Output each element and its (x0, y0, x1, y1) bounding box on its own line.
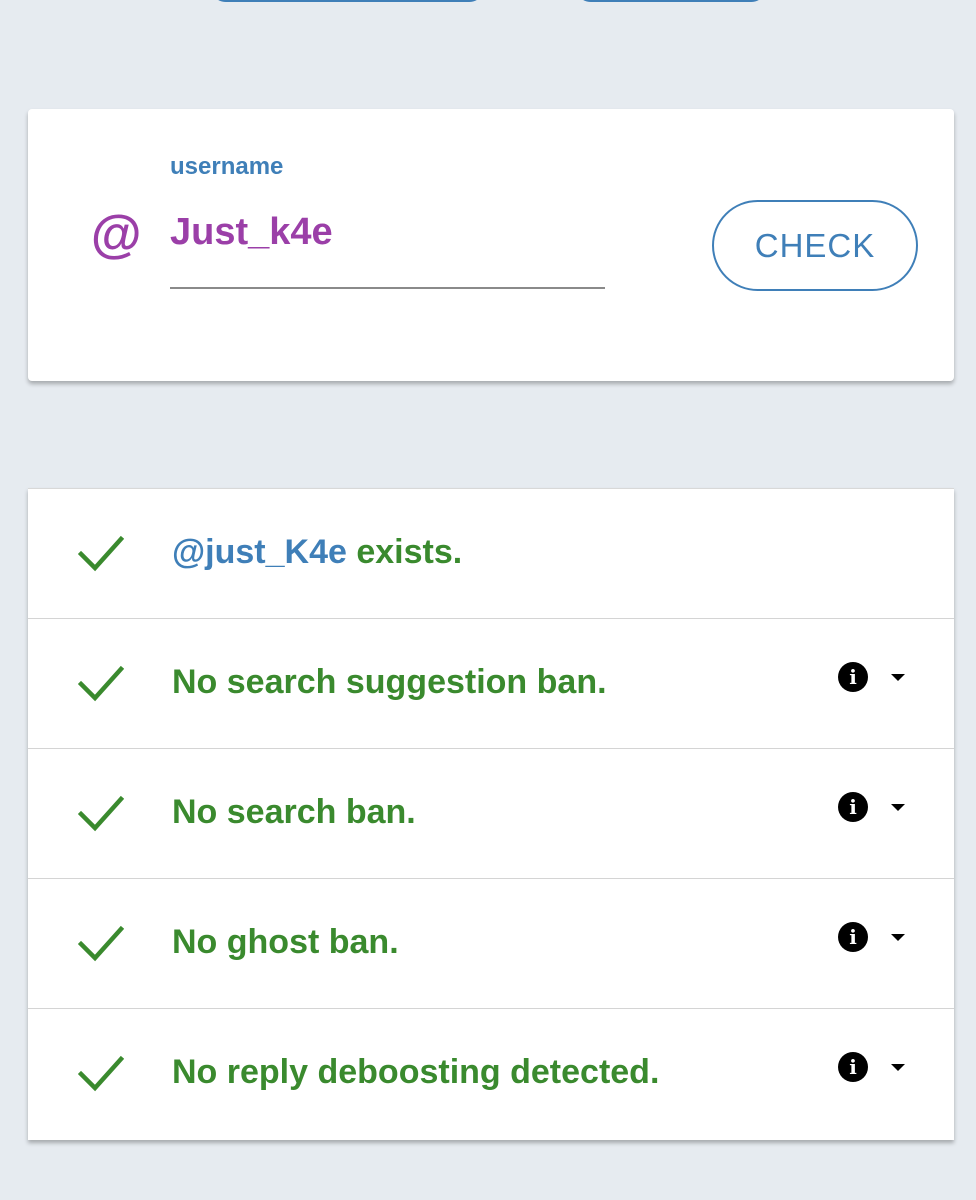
result-row-search-suggestion-ban: No search suggestion ban. i (28, 619, 954, 749)
username-check-card: @ username CHECK (28, 109, 954, 381)
caret-down-icon[interactable] (891, 674, 905, 681)
username-field-label: username (170, 153, 284, 180)
check-icon (78, 795, 124, 832)
result-text: No ghost ban. (172, 923, 399, 961)
result-row-search-ban: No search ban. i (28, 749, 954, 879)
top-nav-button-partial[interactable] (210, 0, 485, 2)
caret-down-icon[interactable] (891, 1064, 905, 1071)
result-text: No reply deboosting detected. (172, 1053, 660, 1091)
check-icon (78, 535, 124, 572)
caret-down-icon[interactable] (891, 934, 905, 941)
at-sign-icon: @ (90, 206, 141, 264)
check-icon (78, 925, 124, 962)
check-button[interactable]: CHECK (712, 200, 918, 291)
results-list: @just_K4e exists. No search suggestion b… (28, 488, 954, 1140)
result-text-suffix: exists. (346, 533, 463, 571)
result-text: @just_K4e exists. (172, 533, 462, 572)
result-text: No search ban. (172, 793, 416, 831)
username-input[interactable] (170, 211, 600, 254)
check-icon (78, 1055, 124, 1092)
check-icon (78, 665, 124, 702)
info-icon[interactable]: i (838, 792, 868, 822)
info-icon[interactable]: i (838, 662, 868, 692)
info-icon[interactable]: i (838, 1052, 868, 1082)
top-nav-button-partial-2[interactable] (575, 0, 767, 2)
result-text: No search suggestion ban. (172, 663, 607, 701)
username-input-underline (170, 287, 605, 289)
caret-down-icon[interactable] (891, 804, 905, 811)
info-icon[interactable]: i (838, 922, 868, 952)
result-row-ghost-ban: No ghost ban. i (28, 879, 954, 1009)
username-handle-link[interactable]: @just_K4e (172, 533, 347, 571)
result-row-reply-deboosting: No reply deboosting detected. i (28, 1009, 954, 1139)
result-row-exists: @just_K4e exists. (28, 489, 954, 619)
